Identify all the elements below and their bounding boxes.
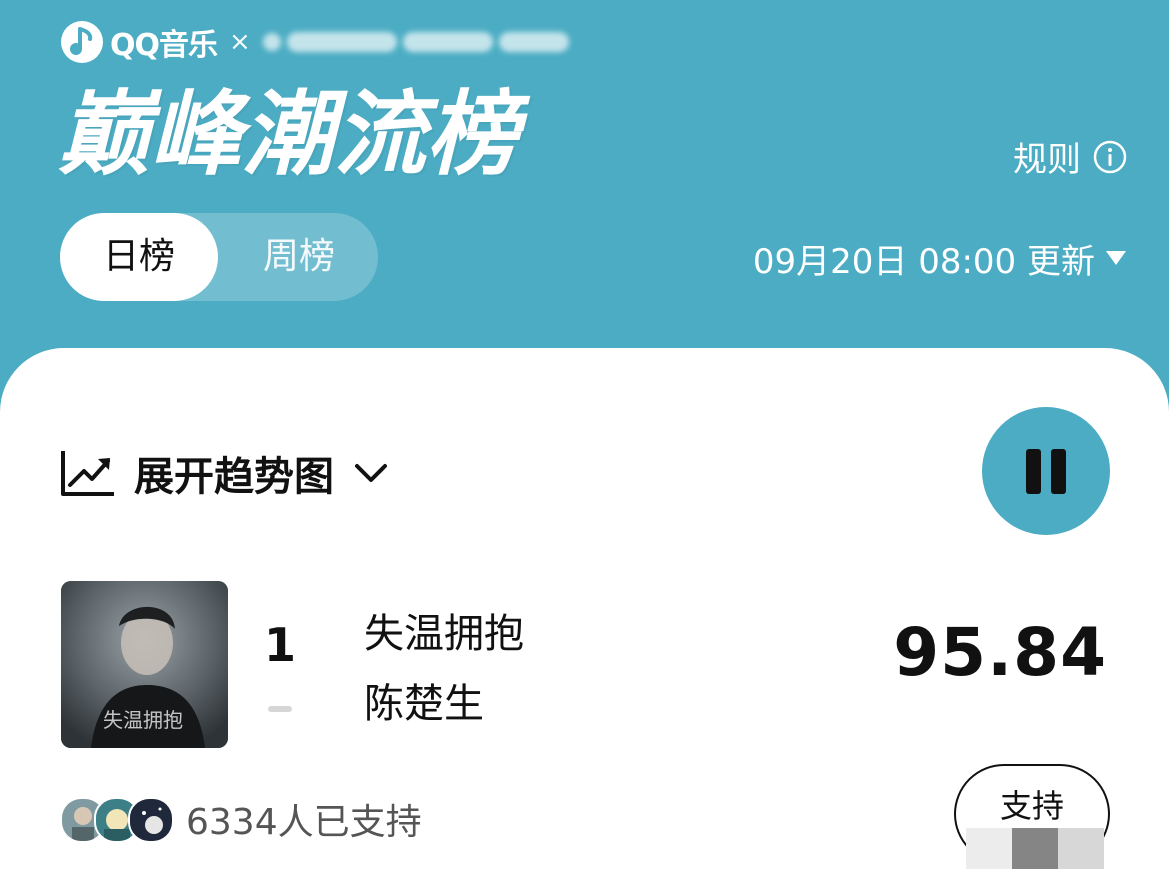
avatar — [128, 797, 174, 843]
partner-logo-blurred — [262, 32, 575, 52]
trend-chart-icon — [61, 451, 114, 496]
brand-bar: QQ音乐 × — [60, 20, 575, 64]
trend-label: 展开趋势图 — [134, 454, 334, 500]
period-tabs: 日榜 周榜 — [60, 213, 378, 301]
info-icon — [1093, 140, 1127, 173]
mosaic-overlay — [966, 828, 1104, 869]
rank-unchanged-indicator — [268, 706, 292, 712]
update-time-label: 09月20日 08:00 更新 — [752, 241, 1095, 282]
brand-name: QQ音乐 — [110, 28, 218, 63]
tab-weekly[interactable]: 周榜 — [220, 213, 378, 301]
rules-link[interactable]: 规则 — [1013, 132, 1127, 181]
album-cover-art: 失温拥抱 — [61, 581, 228, 748]
rules-label: 规则 — [1013, 140, 1081, 180]
expand-trend-toggle[interactable]: 展开趋势图 — [60, 449, 388, 500]
tab-daily[interactable]: 日榜 — [60, 213, 218, 301]
qq-music-logo-icon — [61, 21, 103, 63]
supporters-row: 6334人已支持 — [60, 797, 422, 843]
album-cover[interactable]: 失温拥抱 — [61, 581, 228, 748]
brand-separator: × — [229, 27, 251, 57]
pause-button[interactable] — [982, 407, 1110, 535]
song-title[interactable]: 失温拥抱 — [364, 601, 524, 659]
supporter-avatars — [60, 797, 174, 843]
chevron-down-icon — [355, 464, 387, 482]
chart-card: 展开趋势图 失温拥抱 1 失温拥抱 陈楚生 95.84 6334人已支持 支持 — [0, 348, 1169, 869]
update-time-selector[interactable]: 09月20日 08:00 更新 — [752, 236, 1127, 282]
chart-header: QQ音乐 × 巅峰潮流榜 规则 日榜 周榜 09月20日 08:00 更新 — [0, 0, 1169, 380]
pause-icon — [1026, 449, 1041, 494]
song-artist[interactable]: 陈楚生 — [364, 671, 484, 729]
rank-number: 1 — [263, 618, 296, 672]
chart-score: 95.84 — [893, 614, 1107, 691]
support-count: 6334人已支持 — [186, 802, 422, 843]
caret-down-icon — [1106, 251, 1126, 265]
page-title: 巅峰潮流榜 — [58, 81, 519, 188]
cover-text: 失温拥抱 — [103, 708, 183, 732]
